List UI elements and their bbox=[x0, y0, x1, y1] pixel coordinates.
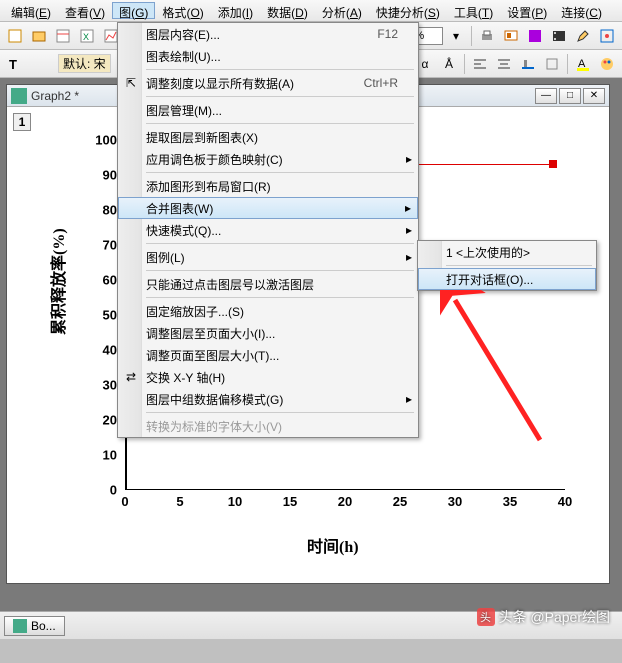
submenu-arrow-icon: ▸ bbox=[406, 152, 412, 166]
menu-convert-font: 转换为标准的字体大小(V) bbox=[118, 415, 418, 437]
new-excel-icon[interactable]: X bbox=[76, 25, 98, 47]
menu-settings[interactable]: 设置(P) bbox=[500, 2, 554, 19]
submenu-open-dialog[interactable]: 打开对话框(O)... bbox=[418, 268, 596, 290]
menu-merge-graph[interactable]: 合并图表(W)▸ bbox=[118, 197, 418, 219]
palette-icon[interactable] bbox=[596, 53, 618, 75]
y-tick: 10 bbox=[103, 448, 125, 463]
menu-add[interactable]: 添加(I) bbox=[211, 2, 260, 19]
menu-connect[interactable]: 连接(C) bbox=[554, 2, 609, 19]
font-color-icon[interactable]: A bbox=[572, 53, 594, 75]
align-bottom-icon[interactable] bbox=[517, 53, 539, 75]
menu-layer-management[interactable]: 图层管理(M)... bbox=[118, 99, 418, 121]
align-center-icon[interactable] bbox=[493, 53, 515, 75]
merge-graph-submenu: 1 <上次使用的> 打开对话框(O)... bbox=[417, 240, 597, 291]
x-tick: 0 bbox=[121, 490, 128, 509]
submenu-arrow-icon: ▸ bbox=[406, 250, 412, 264]
x-axis-label: 时间(h) bbox=[307, 533, 359, 557]
menu-graph[interactable]: 图(G) bbox=[112, 2, 155, 19]
submenu-arrow-icon: ▸ bbox=[405, 201, 411, 215]
menu-analysis[interactable]: 分析(A) bbox=[315, 2, 369, 19]
data-line[interactable] bbox=[415, 164, 555, 165]
menu-format[interactable]: 格式(O) bbox=[155, 2, 210, 19]
menu-speed-mode[interactable]: 快速模式(Q)...▸ bbox=[118, 219, 418, 241]
layer-badge[interactable]: 1 bbox=[13, 113, 31, 131]
graph-icon bbox=[11, 88, 27, 104]
menu-apply-palette[interactable]: 应用调色板于颜色映射(C)▸ bbox=[118, 148, 418, 170]
new-workbook-icon[interactable] bbox=[52, 25, 74, 47]
watermark-icon: 头 bbox=[477, 608, 495, 626]
new-folder-icon[interactable] bbox=[28, 25, 50, 47]
x-tick: 40 bbox=[558, 490, 572, 509]
menu-view[interactable]: 查看(V) bbox=[58, 2, 112, 19]
submenu-arrow-icon: ▸ bbox=[406, 392, 412, 406]
close-button[interactable]: ✕ bbox=[583, 88, 605, 104]
x-tick: 15 bbox=[283, 490, 297, 509]
svg-text:X: X bbox=[83, 32, 89, 42]
align-left-icon[interactable] bbox=[469, 53, 491, 75]
workbook-icon bbox=[13, 619, 27, 633]
data-point[interactable] bbox=[549, 160, 557, 168]
maximize-button[interactable]: □ bbox=[559, 88, 581, 104]
x-tick: 25 bbox=[393, 490, 407, 509]
svg-text:T: T bbox=[9, 57, 17, 72]
graph-menu-dropdown: 图层内容(E)...F12 图表绘制(U)... ⇱调整刻度以显示所有数据(A)… bbox=[117, 22, 419, 438]
align-top-icon[interactable] bbox=[541, 53, 563, 75]
y-axis-label: 累积释放率(%) bbox=[45, 228, 69, 335]
menubar: 编辑(E) 查看(V) 图(G) 格式(O) 添加(I) 数据(D) 分析(A)… bbox=[0, 0, 622, 22]
menu-data[interactable]: 数据(D) bbox=[260, 2, 315, 19]
rescale-icon: ⇱ bbox=[122, 76, 140, 90]
menu-exchange-xy[interactable]: ⇄交换 X-Y 轴(H) bbox=[118, 366, 418, 388]
x-tick: 35 bbox=[503, 490, 517, 509]
swap-icon: ⇄ bbox=[122, 370, 140, 384]
menu-add-to-layout[interactable]: 添加图形到布局窗口(R) bbox=[118, 175, 418, 197]
menu-activate-layer-by-number[interactable]: 只能通过点击图层号以激活图层 bbox=[118, 273, 418, 295]
menu-edit[interactable]: 编辑(E) bbox=[4, 2, 58, 19]
menu-rescale[interactable]: ⇱调整刻度以显示所有数据(A)Ctrl+R bbox=[118, 72, 418, 94]
watermark: 头 头条 @Paper绘图 bbox=[477, 607, 610, 627]
menu-layer-contents[interactable]: 图层内容(E)...F12 bbox=[118, 23, 418, 45]
x-tick: 5 bbox=[176, 490, 183, 509]
new-project-icon[interactable] bbox=[4, 25, 26, 47]
menu-fix-scale-factor[interactable]: 固定缩放因子...(S) bbox=[118, 300, 418, 322]
menu-legend[interactable]: 图例(L)▸ bbox=[118, 246, 418, 268]
menu-extract-layers[interactable]: 提取图层到新图表(X) bbox=[118, 126, 418, 148]
slide-icon[interactable] bbox=[500, 25, 522, 47]
digitize-icon[interactable] bbox=[596, 25, 618, 47]
menu-tools[interactable]: 工具(T) bbox=[447, 2, 500, 19]
text-tool-icon[interactable]: T bbox=[4, 53, 26, 75]
x-tick: 30 bbox=[448, 490, 462, 509]
print-icon[interactable] bbox=[476, 25, 498, 47]
book-tab[interactable]: Bo... bbox=[4, 616, 65, 636]
x-tick: 10 bbox=[228, 490, 242, 509]
edit-icon[interactable] bbox=[572, 25, 594, 47]
submenu-last-used[interactable]: 1 <上次使用的> bbox=[418, 241, 596, 263]
font-default-label[interactable]: 默认: 宋 bbox=[58, 54, 111, 73]
video-icon[interactable] bbox=[548, 25, 570, 47]
symbol-icon[interactable]: Å bbox=[438, 53, 460, 75]
zoom-dropdown-icon[interactable]: ▾ bbox=[445, 25, 467, 47]
minimize-button[interactable]: — bbox=[535, 88, 557, 104]
menu-offset-mode[interactable]: 图层中组数据偏移模式(G)▸ bbox=[118, 388, 418, 410]
menu-quickanalysis[interactable]: 快捷分析(S) bbox=[369, 2, 447, 19]
menu-plot-setup[interactable]: 图表绘制(U)... bbox=[118, 45, 418, 67]
x-tick: 20 bbox=[338, 490, 352, 509]
submenu-arrow-icon: ▸ bbox=[406, 223, 412, 237]
menu-fit-page-to-layer[interactable]: 调整页面至图层大小(T)... bbox=[118, 344, 418, 366]
menu-fit-layer-to-page[interactable]: 调整图层至页面大小(I)... bbox=[118, 322, 418, 344]
export-icon[interactable] bbox=[524, 25, 546, 47]
